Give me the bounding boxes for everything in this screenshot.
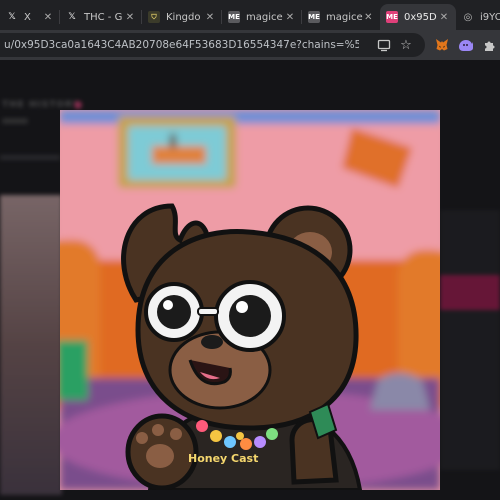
nft-image-preview[interactable]: Honey Cast xyxy=(60,110,440,490)
tab-label: i9YO xyxy=(480,11,500,23)
bear-character xyxy=(121,203,363,490)
bookmark-star-icon[interactable]: ☆ xyxy=(398,37,414,53)
bear-artwork xyxy=(60,110,440,490)
tab-thc[interactable]: 𝕏 THC - G ✕ xyxy=(60,4,142,30)
magiceden-icon: ME xyxy=(308,11,320,23)
tab-label: X xyxy=(24,11,31,23)
metamask-fox-icon[interactable] xyxy=(434,37,450,53)
extension-icon[interactable] xyxy=(458,37,474,53)
background-nft-thumbnail xyxy=(0,195,62,495)
magiceden-icon: ME xyxy=(386,11,398,23)
shield-icon: ⛉ xyxy=(148,11,160,23)
collection-title: THE HISTORY xyxy=(2,100,81,110)
close-icon[interactable]: ✕ xyxy=(363,12,374,23)
shirt-text: Honey Cast xyxy=(188,452,259,465)
tab-label: magice xyxy=(326,11,363,23)
close-icon[interactable]: ✕ xyxy=(284,12,296,23)
status-dot xyxy=(74,101,82,109)
browser-toolbar: u/0x95D3ca0a1643C4AB20708e64F53683D16554… xyxy=(0,30,500,60)
browser-window: 𝕏 X ✕ 𝕏 THC - G ✕ ⛉ Kingdo ✕ ME magice ✕… xyxy=(0,0,500,500)
tab-strip: 𝕏 X ✕ 𝕏 THC - G ✕ ⛉ Kingdo ✕ ME magice ✕… xyxy=(0,0,500,30)
tab-magiceden-1[interactable]: ME magice ✕ xyxy=(222,4,302,30)
tab-other[interactable]: ◎ i9YO xyxy=(456,4,500,30)
tab-label: magice xyxy=(246,11,283,23)
globe-icon: ◎ xyxy=(463,11,473,23)
x-logo-icon: 𝕏 xyxy=(68,12,76,22)
magiceden-icon: ME xyxy=(228,11,240,23)
close-icon[interactable]: ✕ xyxy=(124,12,136,23)
tab-x[interactable]: 𝕏 X ✕ xyxy=(0,4,60,30)
tab-label: 0x95D xyxy=(404,11,437,23)
tab-active-collection[interactable]: ME 0x95D ✕ xyxy=(380,4,456,30)
extensions-puzzle-icon[interactable] xyxy=(482,37,498,53)
background-buy-button xyxy=(440,275,500,310)
close-icon[interactable]: ✕ xyxy=(204,12,216,23)
tab-label: THC - G xyxy=(84,11,123,23)
close-icon[interactable]: ✕ xyxy=(438,12,450,23)
divider xyxy=(0,155,60,160)
tab-label: Kingdo xyxy=(166,11,201,23)
subtitle-placeholder xyxy=(2,118,28,124)
url-text[interactable]: u/0x95D3ca0a1643C4AB20708e64F53683D16554… xyxy=(4,39,359,51)
tab-kingdom[interactable]: ⛉ Kingdo ✕ xyxy=(142,4,222,30)
address-bar[interactable]: u/0x95D3ca0a1643C4AB20708e64F53683D16554… xyxy=(0,33,425,57)
close-icon[interactable]: ✕ xyxy=(42,12,54,23)
tab-magiceden-2[interactable]: ME magice ✕ xyxy=(302,4,380,30)
background-side-panel xyxy=(440,210,500,470)
page-viewport: THE HISTORY Honey Cast xyxy=(0,60,500,500)
cast-icon[interactable] xyxy=(376,37,392,53)
x-logo-icon: 𝕏 xyxy=(8,12,16,22)
